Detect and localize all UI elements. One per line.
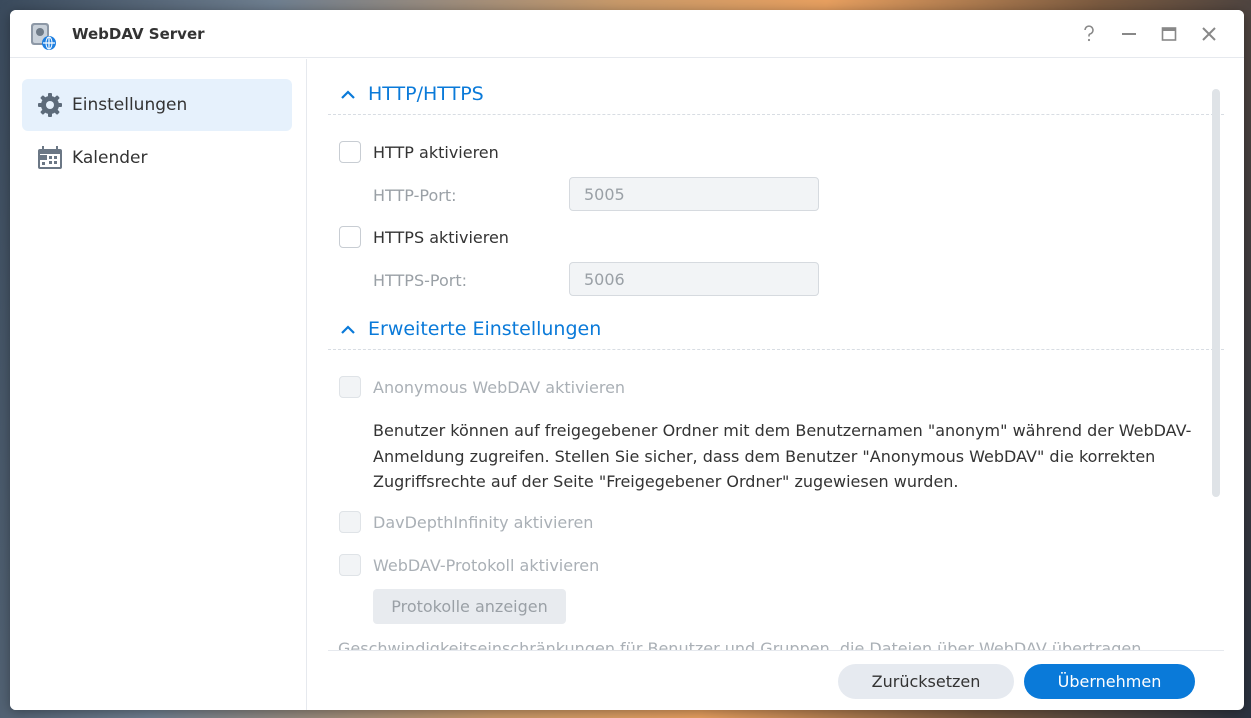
calendar-icon — [36, 144, 64, 172]
footer: Zurücksetzen Übernehmen — [308, 650, 1244, 710]
http-port-field[interactable] — [569, 177, 819, 211]
maximize-icon[interactable] — [1157, 22, 1181, 46]
minimize-icon[interactable] — [1117, 22, 1141, 46]
http-port-label: HTTP-Port: — [373, 186, 457, 205]
section-title: Erweiterte Einstellungen — [368, 318, 602, 340]
webdav-server-window: WebDAV Server Einstellungen Kalender HTT… — [10, 10, 1244, 710]
webdav-app-icon — [28, 21, 58, 51]
show-logs-button[interactable]: Protokolle anzeigen — [373, 589, 566, 624]
sidebar-item-label: Einstellungen — [72, 95, 188, 115]
gear-icon — [36, 91, 64, 119]
anonymous-webdav-label: Anonymous WebDAV aktivieren — [373, 378, 626, 397]
sidebar-item-kalender[interactable]: Kalender — [22, 132, 292, 184]
depth-infinity-label: DavDepthInfinity aktivieren — [373, 513, 594, 532]
https-port-field[interactable] — [569, 262, 819, 296]
section-http-https[interactable]: HTTP/HTTPS — [328, 79, 1224, 115]
anonymous-description: Benutzer können auf freigegebener Ordner… — [373, 418, 1218, 495]
https-port-label: HTTPS-Port: — [373, 271, 467, 290]
https-enable-checkbox[interactable] — [339, 226, 361, 248]
depth-infinity-checkbox[interactable] — [339, 511, 361, 533]
http-enable-label: HTTP aktivieren — [373, 143, 499, 162]
apply-button[interactable]: Übernehmen — [1024, 664, 1195, 699]
sidebar-item-label: Kalender — [72, 148, 148, 168]
settings-content: HTTP/HTTPS HTTP aktivieren HTTP-Port: HT… — [308, 59, 1244, 650]
chevron-up-icon — [340, 322, 356, 338]
close-icon[interactable] — [1197, 22, 1221, 46]
title-bar: WebDAV Server — [10, 10, 1244, 58]
description-line: Benutzer können auf freigegebener Ordner… — [373, 421, 1192, 440]
https-enable-label: HTTPS aktivieren — [373, 228, 509, 247]
section-advanced-settings[interactable]: Erweiterte Einstellungen — [328, 314, 1224, 350]
description-line: Anmeldung zugreifen. Stellen Sie sicher,… — [373, 446, 1156, 466]
webdav-protocol-checkbox[interactable] — [339, 554, 361, 576]
webdav-protocol-label: WebDAV-Protokoll aktivieren — [373, 556, 600, 575]
reset-button[interactable]: Zurücksetzen — [838, 664, 1014, 699]
http-enable-checkbox[interactable] — [339, 141, 361, 163]
window-title: WebDAV Server — [72, 25, 205, 43]
scrollbar[interactable] — [1212, 89, 1220, 497]
section-title: HTTP/HTTPS — [368, 83, 484, 105]
description-line: Zugriffsrechte auf der Seite "Freigegebe… — [373, 472, 959, 491]
speed-limit-text: Geschwindigkeitseinschränkungen für Benu… — [338, 639, 1147, 650]
sidebar-item-einstellungen[interactable]: Einstellungen — [22, 79, 292, 131]
anonymous-webdav-checkbox[interactable] — [339, 376, 361, 398]
footer-divider — [328, 650, 1224, 651]
chevron-up-icon — [340, 87, 356, 103]
help-icon[interactable] — [1077, 22, 1101, 46]
sidebar: Einstellungen Kalender — [10, 59, 307, 710]
